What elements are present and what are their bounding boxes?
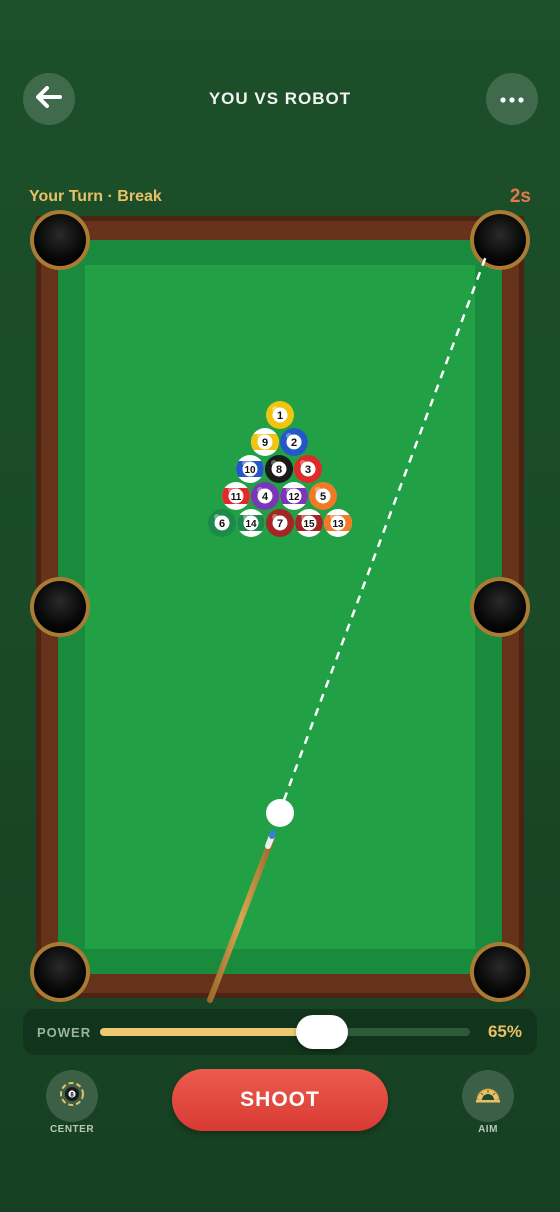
ball-5: 5 xyxy=(309,482,337,510)
power-fill xyxy=(100,1028,322,1036)
power-control: POWER 65% xyxy=(23,1009,537,1055)
ball-number: 7 xyxy=(277,518,283,530)
ball-6: 6 xyxy=(208,509,236,537)
ball-number: 13 xyxy=(332,519,344,530)
center-button[interactable]: 8 xyxy=(46,1070,98,1122)
ball-number: 4 xyxy=(262,491,269,503)
ball-number: 9 xyxy=(262,437,268,449)
ball-15: 15 xyxy=(295,509,323,537)
aim-label: AIM xyxy=(478,1124,498,1135)
ball-number: 2 xyxy=(291,437,297,449)
ball-8: 8 xyxy=(265,455,293,483)
ball-12: 12 xyxy=(280,482,308,510)
table-felt xyxy=(85,265,475,949)
shoot-button[interactable]: SHOOT xyxy=(172,1069,388,1131)
pocket xyxy=(470,942,530,1002)
ball-number: 3 xyxy=(305,464,311,476)
power-slider-knob[interactable] xyxy=(296,1015,348,1049)
ball-number: 5 xyxy=(320,491,326,503)
ball-number: 8 xyxy=(276,464,282,476)
ball-10: 10 xyxy=(236,455,264,483)
power-value: 65% xyxy=(487,1022,522,1041)
pocket xyxy=(470,210,530,270)
pocket xyxy=(30,210,90,270)
ball-number: 12 xyxy=(288,492,300,503)
ball-number: 14 xyxy=(245,519,257,530)
ball-number: 15 xyxy=(303,519,315,530)
pocket xyxy=(30,942,90,1002)
pocket xyxy=(470,577,530,637)
ball-2: 2 xyxy=(280,428,308,456)
ball-number: 6 xyxy=(219,518,225,530)
ball-9: 9 xyxy=(251,428,279,456)
power-slider[interactable] xyxy=(100,1015,470,1049)
eight-ball-icon: 8 xyxy=(59,1081,85,1112)
ball-4: 4 xyxy=(251,482,279,510)
cue-ball[interactable] xyxy=(266,799,294,827)
ball-1: 1 xyxy=(266,401,294,429)
ball-7: 7 xyxy=(266,509,294,537)
ball-number: 11 xyxy=(231,492,242,503)
ball-13: 13 xyxy=(324,509,352,537)
ball-11: 11 xyxy=(222,482,250,510)
protractor-icon xyxy=(475,1084,501,1109)
ball-number: 10 xyxy=(244,465,256,476)
pool-table[interactable]: 1 9 2 10 8 3 11 4 12 5 6 14 7 15 13 xyxy=(0,0,560,1010)
center-label: CENTER xyxy=(49,1124,95,1135)
aim-button[interactable] xyxy=(462,1070,514,1122)
ball-number: 1 xyxy=(277,410,283,422)
pocket xyxy=(30,577,90,637)
power-label: POWER xyxy=(37,1025,92,1040)
ball-14: 14 xyxy=(237,509,265,537)
ball-3: 3 xyxy=(294,455,322,483)
